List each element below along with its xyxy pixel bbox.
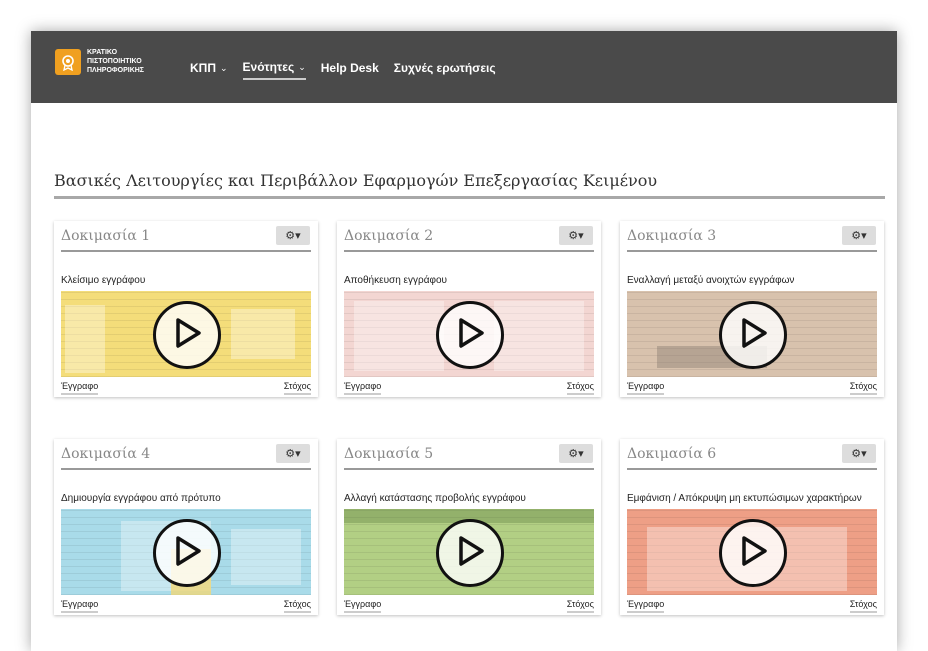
nav-item-kpp[interactable]: ΚΠΠ ⌄	[190, 60, 228, 80]
settings-button[interactable]: ⚙▾	[842, 226, 876, 245]
gear-icon: ⚙▾	[568, 230, 584, 242]
card-divider	[61, 468, 311, 470]
task-label: Κλείσιμο εγγράφου	[61, 275, 146, 286]
play-icon	[742, 536, 767, 566]
card-divider	[344, 250, 594, 252]
video-thumbnail[interactable]	[627, 291, 877, 377]
nav-item-label: Help Desk	[320, 61, 379, 75]
gear-icon: ⚙▾	[285, 230, 301, 242]
section-title: Βασικές Λειτουργίες και Περιβάλλον Εφαρμ…	[54, 171, 658, 190]
thumbnail-panel	[494, 301, 584, 371]
card-title: Δοκιμασία 4	[61, 446, 151, 462]
gear-icon: ⚙▾	[285, 448, 301, 460]
settings-button[interactable]: ⚙▾	[842, 444, 876, 463]
target-link[interactable]: Στόχος	[566, 599, 594, 613]
target-link[interactable]: Στόχος	[566, 381, 594, 395]
nav-item-label: Συχνές ερωτήσεις	[393, 61, 496, 75]
logo-line: ΠΙΣΤΟΠΟΙΗΤΙΚΟ	[87, 58, 142, 65]
card-title: Δοκιμασία 5	[344, 446, 434, 462]
play-icon	[459, 318, 484, 348]
card-title: Δοκιμασία 6	[627, 446, 717, 462]
document-link[interactable]: Έγγραφο	[344, 599, 382, 613]
logo-text: ΚΡΑΤΙΚΟ ΠΙΣΤΟΠΟΙΗΤΙΚΟ ΠΛΗΡΟΦΟΡΙΚΗΣ	[87, 48, 167, 75]
card-title: Δοκιμασία 2	[344, 228, 434, 244]
card-title: Δοκιμασία 3	[627, 228, 717, 244]
play-button[interactable]	[436, 519, 504, 587]
document-link[interactable]: Έγγραφο	[627, 381, 665, 395]
task-card: Δοκιμασία 5 ⚙▾ Αλλαγή κατάστασης προβολή…	[337, 439, 601, 615]
task-card: Δοκιμασία 6 ⚙▾ Εμφάνιση / Απόκρυψη μη εκ…	[620, 439, 884, 615]
app-window: ΚΡΑΤΙΚΟ ΠΙΣΤΟΠΟΙΗΤΙΚΟ ΠΛΗΡΟΦΟΡΙΚΗΣ ΚΠΠ ⌄…	[31, 31, 897, 651]
target-link[interactable]: Στόχος	[849, 381, 877, 395]
document-link[interactable]: Έγγραφο	[627, 599, 665, 613]
task-label: Αποθήκευση εγγράφου	[344, 275, 447, 286]
settings-button[interactable]: ⚙▾	[559, 444, 593, 463]
gear-icon: ⚙▾	[568, 448, 584, 460]
chevron-down-icon: ⌄	[298, 61, 306, 72]
task-card: Δοκιμασία 2 ⚙▾ Αποθήκευση εγγράφου Έγγρα…	[337, 221, 601, 397]
play-icon	[176, 318, 201, 348]
card-divider	[61, 250, 311, 252]
document-link[interactable]: Έγγραφο	[61, 599, 99, 613]
play-button[interactable]	[719, 519, 787, 587]
logo-line: ΠΛΗΡΟΦΟΡΙΚΗΣ	[87, 67, 145, 74]
video-thumbnail[interactable]	[61, 291, 311, 377]
nav-item-help-desk[interactable]: Help Desk	[321, 60, 379, 80]
document-link[interactable]: Έγγραφο	[344, 381, 382, 395]
card-divider	[344, 468, 594, 470]
play-button[interactable]	[153, 301, 221, 369]
thumbnail-panel	[231, 529, 301, 585]
task-label: Αλλαγή κατάστασης προβολής εγγράφου	[344, 493, 526, 504]
video-thumbnail[interactable]	[61, 509, 311, 595]
nav-item-label: Ενότητες	[242, 60, 295, 74]
play-icon	[176, 536, 201, 566]
play-button[interactable]	[436, 301, 504, 369]
thumbnail-panel	[65, 305, 105, 373]
top-navbar: ΚΡΑΤΙΚΟ ΠΙΣΤΟΠΟΙΗΤΙΚΟ ΠΛΗΡΟΦΟΡΙΚΗΣ ΚΠΠ ⌄…	[31, 31, 897, 103]
play-button[interactable]	[153, 519, 221, 587]
target-link[interactable]: Στόχος	[283, 381, 311, 395]
task-card: Δοκιμασία 4 ⚙▾ Δημιουργία εγγράφου από π…	[54, 439, 318, 615]
target-link[interactable]: Στόχος	[849, 599, 877, 613]
main-nav: ΚΠΠ ⌄ Ενότητες ⌄ Help Desk Συχνές ερωτήσ…	[190, 60, 511, 80]
document-link[interactable]: Έγγραφο	[61, 381, 99, 395]
task-label: Εμφάνιση / Απόκρυψη μη εκτυπώσιμων χαρακ…	[627, 493, 862, 504]
settings-button[interactable]: ⚙▾	[559, 226, 593, 245]
thumbnail-panel	[231, 309, 295, 359]
section-divider	[54, 196, 885, 199]
task-card: Δοκιμασία 1 ⚙▾ Κλείσιμο εγγράφου Έγγραφο…	[54, 221, 318, 397]
chevron-down-icon: ⌄	[220, 62, 228, 73]
logo-line: ΚΡΑΤΙΚΟ	[87, 49, 118, 56]
play-icon	[459, 536, 484, 566]
video-thumbnail[interactable]	[627, 509, 877, 595]
play-button[interactable]	[719, 301, 787, 369]
task-card: Δοκιμασία 3 ⚙▾ Εναλλαγή μεταξύ ανοιχτών …	[620, 221, 884, 397]
nav-item-enotites[interactable]: Ενότητες ⌄	[242, 60, 306, 80]
video-thumbnail[interactable]	[344, 291, 594, 377]
settings-button[interactable]: ⚙▾	[276, 226, 310, 245]
video-thumbnail[interactable]	[344, 509, 594, 595]
gear-icon: ⚙▾	[851, 448, 867, 460]
settings-button[interactable]: ⚙▾	[276, 444, 310, 463]
nav-item-faq[interactable]: Συχνές ερωτήσεις	[394, 60, 496, 80]
card-divider	[627, 250, 877, 252]
play-icon	[742, 318, 767, 348]
task-label: Εναλλαγή μεταξύ ανοιχτών εγγράφων	[627, 275, 795, 286]
thumbnail-panel	[354, 301, 444, 371]
card-divider	[627, 468, 877, 470]
target-link[interactable]: Στόχος	[283, 599, 311, 613]
card-title: Δοκιμασία 1	[61, 228, 151, 244]
task-label: Δημιουργία εγγράφου από πρότυπο	[61, 493, 221, 504]
gear-icon: ⚙▾	[851, 230, 867, 242]
nav-item-label: ΚΠΠ	[190, 61, 216, 75]
certificate-icon[interactable]	[55, 49, 81, 75]
